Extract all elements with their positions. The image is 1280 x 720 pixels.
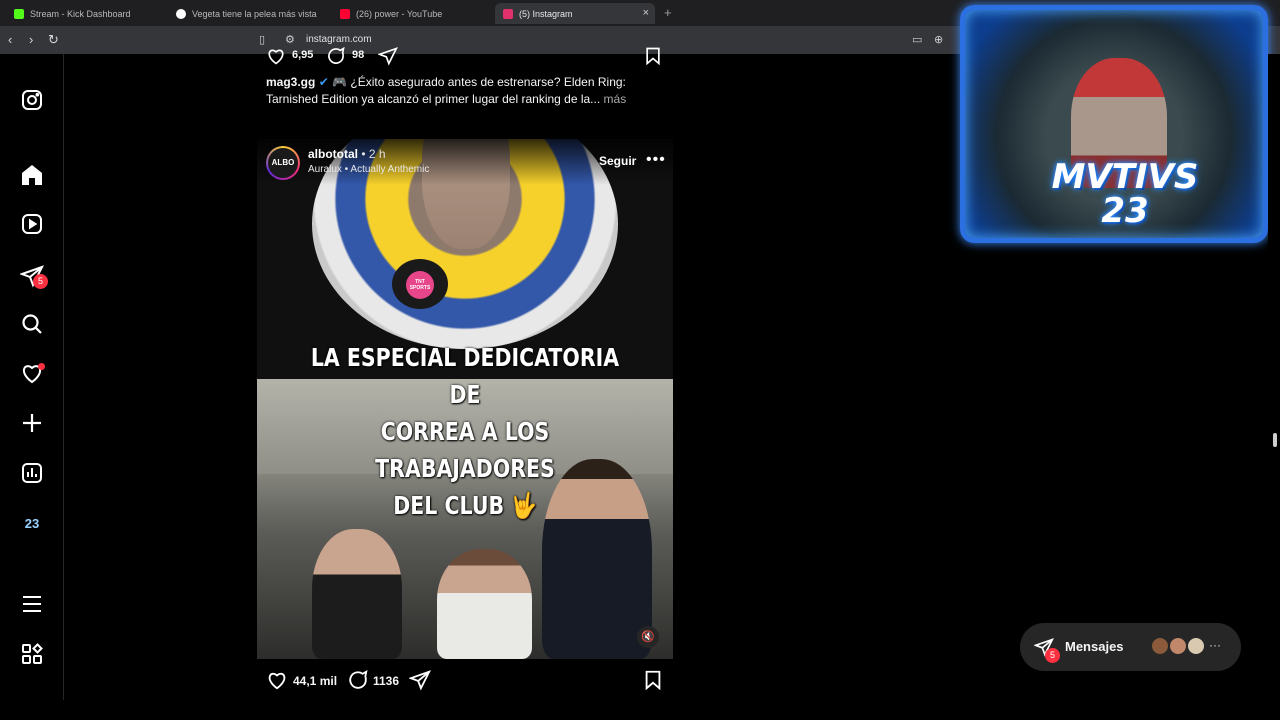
post-options-icon[interactable]: ••• xyxy=(646,151,666,169)
share-icon[interactable] xyxy=(409,669,431,691)
reels-icon[interactable] xyxy=(20,212,44,236)
caption-more-link[interactable]: más xyxy=(604,92,627,106)
comment-icon[interactable] xyxy=(326,46,346,66)
mute-icon[interactable]: 🔇 xyxy=(637,626,659,648)
instagram-sidebar: 5 23 xyxy=(0,54,64,700)
forward-icon[interactable]: › xyxy=(29,32,33,47)
microphone: TNT SPORTS xyxy=(392,259,448,309)
message-avatar xyxy=(1186,636,1206,656)
messages-label: Mensajes xyxy=(1065,639,1124,654)
tab-title: (26) power - YouTube xyxy=(356,8,443,19)
webcam-overlay: MVTIVS 23 xyxy=(960,5,1268,243)
like-icon[interactable] xyxy=(266,669,288,691)
instagram-favicon-icon xyxy=(503,8,513,19)
home-icon[interactable] xyxy=(20,163,44,187)
more-icon[interactable]: ··· xyxy=(1209,638,1221,652)
verified-badge-icon: ✔ xyxy=(318,75,329,89)
tab-instagram[interactable]: (5) Instagram × xyxy=(495,3,655,24)
messages-badge: 5 xyxy=(33,274,48,289)
page-scrollbar[interactable] xyxy=(1268,54,1280,700)
create-icon[interactable] xyxy=(20,411,44,435)
message-avatar xyxy=(1150,636,1170,656)
post-audio[interactable]: Auralux • Actually Anthemic xyxy=(308,164,429,175)
site-info-icon[interactable]: ⚙ xyxy=(285,33,295,46)
comment-icon[interactable] xyxy=(347,669,369,691)
save-icon[interactable] xyxy=(642,669,664,691)
logo-line-2: 23 xyxy=(1101,191,1149,231)
close-tab-icon[interactable]: × xyxy=(643,7,649,19)
person-left xyxy=(312,529,402,659)
like-count: 44,1 mil xyxy=(293,674,338,688)
feed: 6,95 98 mag3.gg ✔ 🎮 ¿Éxito asegurado ant… xyxy=(64,46,956,700)
tab-tiktok[interactable]: Vegeta tiene la pelea más vista xyxy=(168,3,328,24)
logo-line-1: MVTIVS xyxy=(1051,157,1199,197)
like-icon[interactable] xyxy=(266,46,286,66)
previous-post-actions: 6,95 98 xyxy=(266,46,666,68)
tab-title: (5) Instagram xyxy=(519,8,573,19)
menu-icon[interactable] xyxy=(20,592,44,616)
tab-youtube[interactable]: (26) power - YouTube xyxy=(332,3,492,24)
back-icon[interactable]: ‹ xyxy=(8,32,12,47)
profile-icon[interactable]: 23 xyxy=(20,512,44,536)
notification-dot xyxy=(38,363,45,370)
kick-favicon-icon xyxy=(14,8,24,19)
caption-username[interactable]: mag3.gg xyxy=(266,75,315,89)
post-avatar[interactable]: ALBO xyxy=(266,146,300,180)
headline-line-1: LA ESPECIAL DEDICATORIA DE xyxy=(310,343,620,409)
scrollbar-thumb[interactable] xyxy=(1273,433,1277,447)
bottom-bar xyxy=(0,700,1280,720)
cast-icon[interactable]: ▭ xyxy=(912,33,922,46)
previous-post-caption: mag3.gg ✔ 🎮 ¿Éxito asegurado antes de es… xyxy=(266,74,646,108)
messages-button[interactable]: 5 Mensajes ··· xyxy=(1020,623,1241,671)
youtube-favicon-icon xyxy=(340,8,350,19)
tab-kick-dashboard[interactable]: Stream - Kick Dashboard xyxy=(6,3,166,24)
follow-button[interactable]: Seguir xyxy=(599,154,636,168)
headline-line-3: DEL CLUB 🤟 xyxy=(393,491,537,520)
tiktok-favicon-icon xyxy=(176,8,186,19)
post-actions: 44,1 mil 1136 xyxy=(266,669,666,693)
search-icon[interactable] xyxy=(20,312,44,336)
new-tab-button[interactable]: + xyxy=(664,5,672,20)
instagram-logo-icon[interactable] xyxy=(20,88,44,112)
previous-post-comments: 98 xyxy=(352,49,365,61)
streamer-logo: MVTIVS 23 xyxy=(1025,160,1225,228)
avatar-text: ALBO xyxy=(268,148,298,178)
tab-title: Vegeta tiene la pelea más vista xyxy=(192,8,317,19)
save-icon[interactable] xyxy=(643,46,663,66)
headline-line-2: CORREA A LOS TRABAJADORES xyxy=(375,417,555,483)
tnt-sports-logo: TNT SPORTS xyxy=(406,271,434,299)
address-bar[interactable]: instagram.com xyxy=(306,34,372,45)
mic-text: TNT SPORTS xyxy=(409,279,431,291)
share-icon[interactable] xyxy=(378,46,398,66)
reel-post[interactable]: ALBO albototal • 2 h Auralux • Actually … xyxy=(257,139,673,659)
message-avatar xyxy=(1168,636,1188,656)
post-time: • 2 h xyxy=(361,147,386,161)
more-apps-icon[interactable] xyxy=(20,642,44,666)
messages-badge: 5 xyxy=(1045,648,1060,663)
person-center xyxy=(437,549,532,659)
post-header: ALBO albototal • 2 h Auralux • Actually … xyxy=(257,139,673,185)
post-username-text: albototal xyxy=(308,147,358,161)
post-username[interactable]: albototal • 2 h xyxy=(308,147,386,161)
comment-count: 1136 xyxy=(373,674,400,688)
zoom-icon[interactable]: ⊕ xyxy=(934,33,943,46)
tab-title: Stream - Kick Dashboard xyxy=(30,8,131,19)
reload-icon[interactable]: ↻ xyxy=(48,32,59,48)
previous-post-likes: 6,95 xyxy=(292,49,314,61)
insights-icon[interactable] xyxy=(20,461,44,485)
post-headline: LA ESPECIAL DEDICATORIA DE CORREA A LOS … xyxy=(294,339,635,524)
bookmark-page-icon[interactable]: ▯ xyxy=(259,33,265,46)
